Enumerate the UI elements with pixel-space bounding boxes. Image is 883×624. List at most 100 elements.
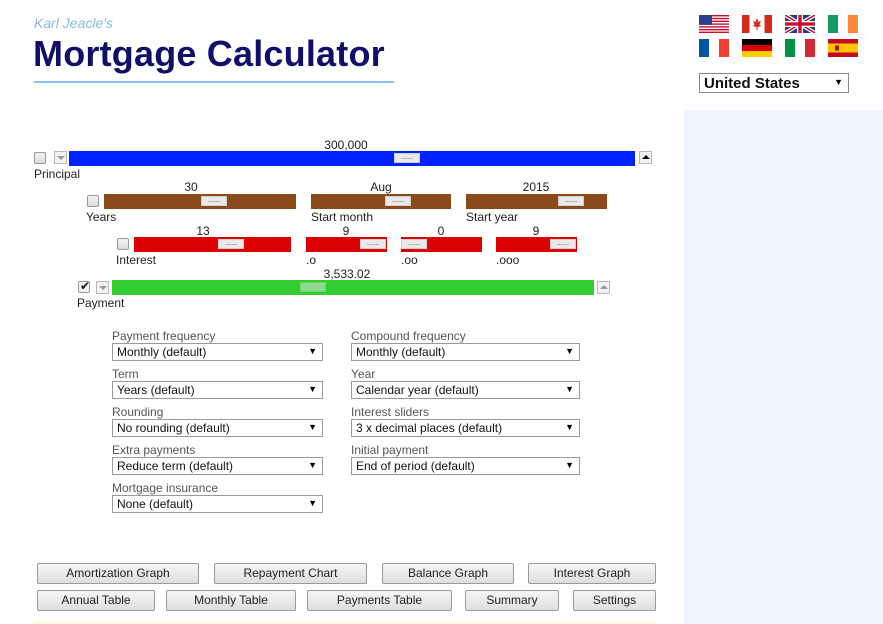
term-select[interactable]: Years (default) ▼ xyxy=(112,381,323,399)
extra-payments-select[interactable]: Reduce term (default) ▼ xyxy=(112,457,323,475)
payment-frequency-select[interactable]: Monthly (default) ▼ xyxy=(112,343,323,361)
start-month-value: Aug xyxy=(370,180,392,194)
interest-sliders-label: Interest sliders xyxy=(351,405,430,419)
payment-frequency-label: Payment frequency xyxy=(112,329,216,343)
payment-value: 3,533.02 xyxy=(323,267,371,281)
ireland-flag-icon[interactable] xyxy=(828,15,858,33)
arrow-down-icon xyxy=(99,286,107,290)
canada-flag-icon[interactable] xyxy=(742,15,772,33)
start-month-slider-thumb[interactable] xyxy=(385,196,411,206)
interest-decimal1-slider-thumb[interactable] xyxy=(360,239,386,249)
mortgage-insurance-select[interactable]: None (default) ▼ xyxy=(112,495,323,513)
compound-frequency-select[interactable]: Monthly (default) ▼ xyxy=(351,343,580,361)
payment-slider-thumb[interactable] xyxy=(300,282,326,292)
year-label: Year xyxy=(351,367,376,381)
term-lock-checkbox[interactable] xyxy=(87,195,99,207)
spain-flag-icon[interactable] xyxy=(828,39,858,57)
year-select[interactable]: Calendar year (default) ▼ xyxy=(351,381,580,399)
interest-decimal2-value: 0 xyxy=(437,224,445,238)
start-year-slider-track[interactable] xyxy=(466,194,607,209)
years-slider-track[interactable] xyxy=(104,194,296,209)
principal-label: Principal xyxy=(34,167,81,181)
arrow-up-icon xyxy=(642,155,650,159)
page-title: Mortgage Calculator xyxy=(33,33,385,74)
interest-graph-button[interactable]: Interest Graph xyxy=(528,563,656,584)
term-value: Years (default) xyxy=(117,383,195,397)
uk-flag-icon[interactable] xyxy=(785,15,815,33)
italy-flag-icon[interactable] xyxy=(785,39,815,57)
rounding-select[interactable]: No rounding (default) ▼ xyxy=(112,419,323,437)
balance-graph-button[interactable]: Balance Graph xyxy=(382,563,514,584)
interest-sliders-value: 3 x decimal places (default) xyxy=(356,421,503,435)
compound-frequency-value: Monthly (default) xyxy=(356,345,446,359)
payment-slider-track[interactable] xyxy=(112,280,594,295)
initial-payment-label: Initial payment xyxy=(351,443,429,457)
country-select[interactable]: United States ▼ xyxy=(699,73,849,93)
chevron-down-icon: ▼ xyxy=(308,460,317,470)
principal-increase-button[interactable] xyxy=(639,151,652,164)
side-panel xyxy=(684,110,883,624)
title-underline xyxy=(34,81,394,83)
settings-button[interactable]: Settings xyxy=(573,590,656,611)
interest-sliders-select[interactable]: 3 x decimal places (default) ▼ xyxy=(351,419,580,437)
compound-frequency-label: Compound frequency xyxy=(351,329,466,343)
interest-slider-thumb[interactable] xyxy=(218,239,244,249)
interest-decimal3-slider-thumb[interactable] xyxy=(550,239,576,249)
chevron-down-icon: ▼ xyxy=(565,384,574,394)
arrow-down-icon xyxy=(57,156,65,160)
start-month-label: Start month xyxy=(311,210,374,224)
payment-lock-checkbox[interactable]: ✔ xyxy=(78,279,91,293)
chevron-down-icon: ▼ xyxy=(834,77,843,87)
year-value: Calendar year (default) xyxy=(356,383,479,397)
interest-lock-checkbox[interactable] xyxy=(117,238,129,250)
term-label: Term xyxy=(112,367,139,381)
rounding-label: Rounding xyxy=(112,405,164,419)
principal-slider-track[interactable] xyxy=(69,151,635,166)
mortgage-insurance-value: None (default) xyxy=(117,497,194,511)
principal-decrease-button[interactable] xyxy=(54,151,67,164)
payment-increase-button[interactable] xyxy=(597,281,610,294)
chevron-down-icon: ▼ xyxy=(565,422,574,432)
france-flag-icon[interactable] xyxy=(699,39,729,57)
principal-slider-thumb[interactable] xyxy=(394,153,420,163)
interest-decimal2-slider-track[interactable] xyxy=(401,237,482,252)
payment-decrease-button[interactable] xyxy=(96,281,109,294)
extra-payments-label: Extra payments xyxy=(112,443,196,457)
monthly-table-button[interactable]: Monthly Table xyxy=(166,590,296,611)
interest-decimal1-label: .o xyxy=(306,253,317,267)
interest-label: Interest xyxy=(116,253,157,267)
start-year-slider-thumb[interactable] xyxy=(558,196,584,206)
chevron-down-icon: ▼ xyxy=(308,384,317,394)
interest-decimal2-label: .oo xyxy=(401,253,418,267)
germany-flag-icon[interactable] xyxy=(742,39,772,57)
chevron-down-icon: ▼ xyxy=(308,498,317,508)
interest-decimal1-slider-track[interactable] xyxy=(306,237,387,252)
country-select-value: United States xyxy=(704,75,800,92)
payment-frequency-value: Monthly (default) xyxy=(117,345,207,359)
rounding-value: No rounding (default) xyxy=(117,421,230,435)
interest-decimal3-slider-track[interactable] xyxy=(496,237,577,252)
checkmark-icon: ✔ xyxy=(80,279,91,293)
interest-decimal3-label: .ooo xyxy=(496,253,520,267)
start-month-slider-track[interactable] xyxy=(311,194,451,209)
annual-table-button[interactable]: Annual Table xyxy=(37,590,155,611)
interest-decimal2-slider-thumb[interactable] xyxy=(401,239,427,249)
chevron-down-icon: ▼ xyxy=(308,422,317,432)
interest-decimal1-value: 9 xyxy=(342,224,350,238)
start-year-value: 2015 xyxy=(522,180,550,194)
repayment-chart-button[interactable]: Repayment Chart xyxy=(214,563,367,584)
initial-payment-select[interactable]: End of period (default) ▼ xyxy=(351,457,580,475)
payments-table-button[interactable]: Payments Table xyxy=(307,590,452,611)
chevron-down-icon: ▼ xyxy=(565,346,574,356)
interest-slider-track[interactable] xyxy=(134,237,291,252)
amortization-graph-button[interactable]: Amortization Graph xyxy=(37,563,199,584)
initial-payment-value: End of period (default) xyxy=(356,459,475,473)
payment-label: Payment xyxy=(77,296,125,310)
years-value: 30 xyxy=(184,180,198,194)
arrow-up-icon xyxy=(600,285,608,289)
principal-lock-checkbox[interactable] xyxy=(34,152,46,164)
chevron-down-icon: ▼ xyxy=(308,346,317,356)
us-flag-icon[interactable] xyxy=(699,15,729,33)
years-slider-thumb[interactable] xyxy=(201,196,227,206)
summary-button[interactable]: Summary xyxy=(465,590,559,611)
